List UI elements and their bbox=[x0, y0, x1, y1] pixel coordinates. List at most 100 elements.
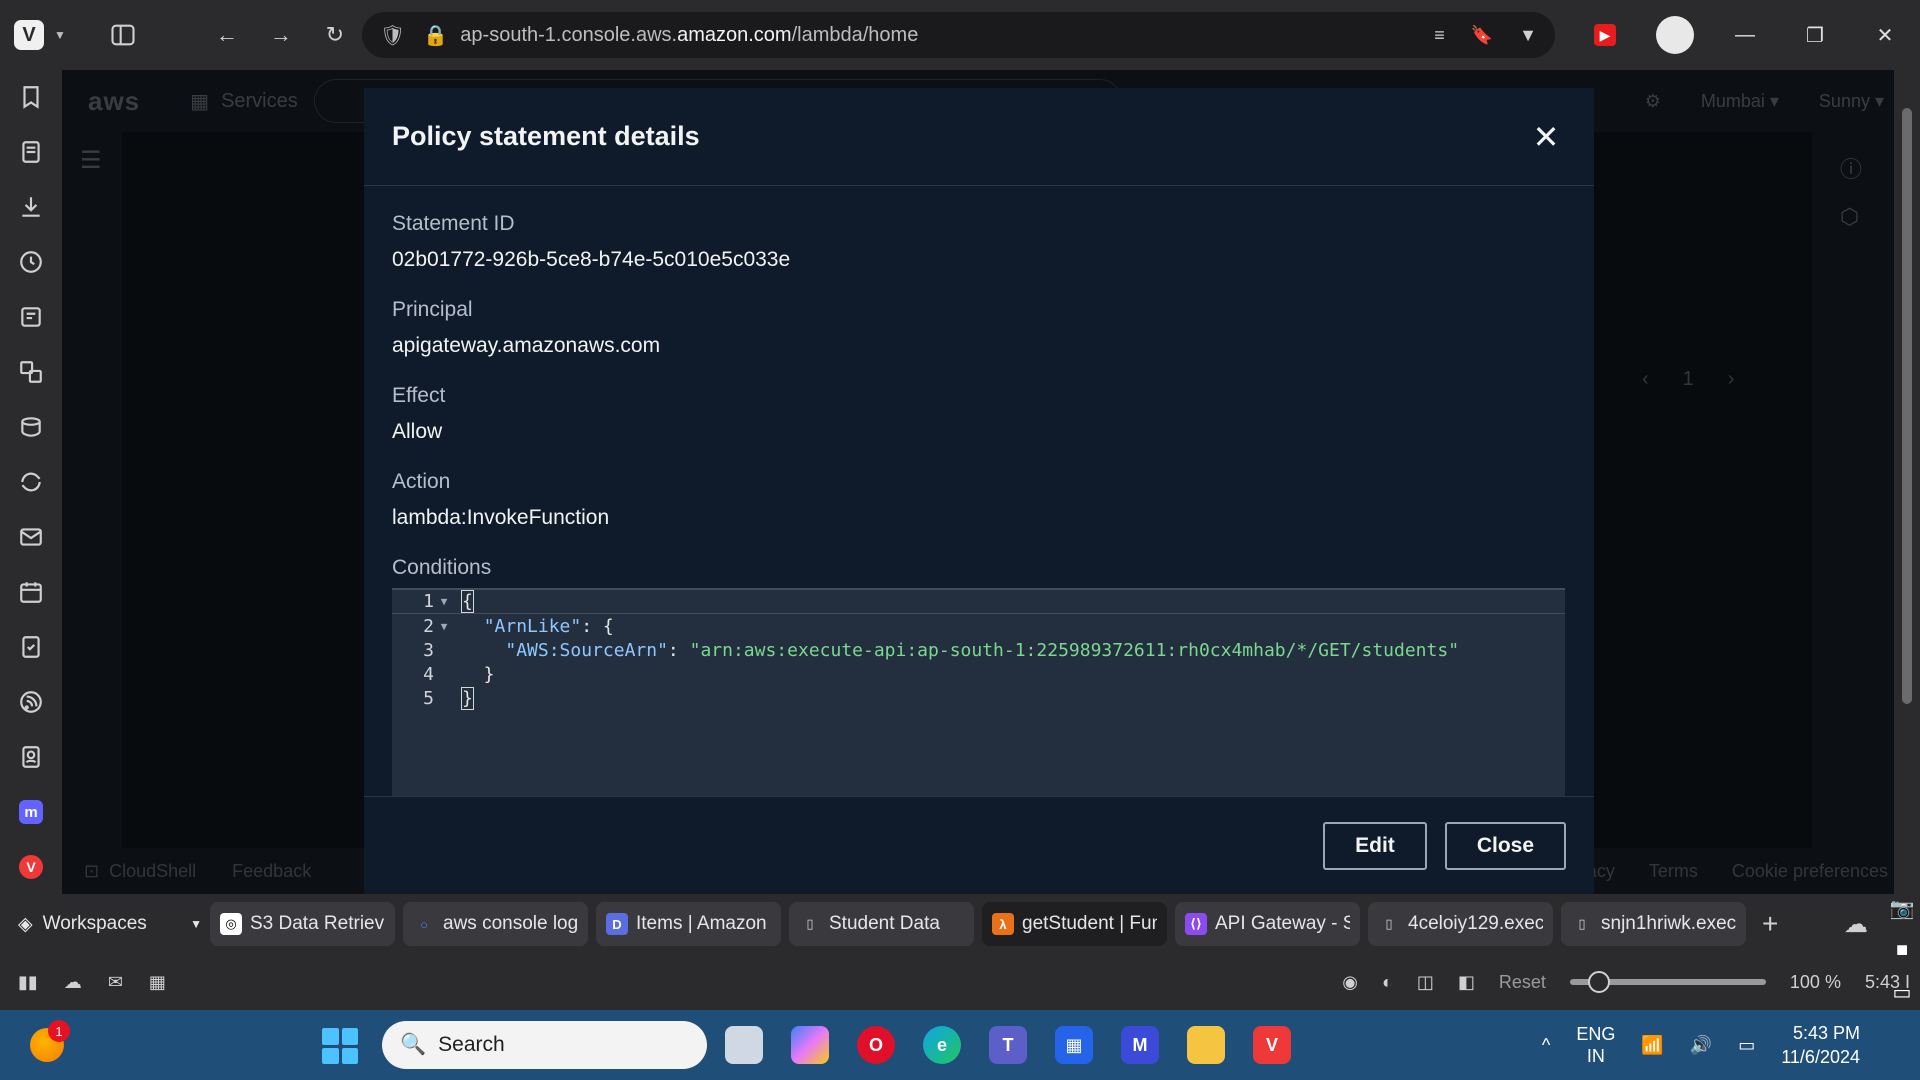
weather-icon[interactable]: 1 bbox=[30, 1020, 70, 1062]
teams-icon[interactable]: T bbox=[989, 1026, 1027, 1064]
window-icon[interactable]: ▭ bbox=[1893, 980, 1912, 1005]
mastodon-icon[interactable]: m bbox=[16, 797, 46, 827]
panel-toggle-icon[interactable]: ▮▮ bbox=[18, 972, 38, 993]
statement-id-field: Statement ID 02b01772-926b-5ce8-b74e-5c0… bbox=[392, 212, 1566, 272]
tab[interactable]: ⟨⟩ API Gateway - Sta bbox=[1175, 902, 1360, 946]
calendar-icon[interactable]: ▦ bbox=[149, 972, 166, 993]
chevron-down-icon[interactable]: ▼ bbox=[54, 28, 66, 42]
workspaces-menu[interactable]: ◈ Workspaces ▼ bbox=[12, 913, 202, 936]
scrollbar-thumb[interactable] bbox=[1902, 108, 1912, 704]
profile-avatar-icon[interactable] bbox=[1640, 0, 1710, 70]
store-icon[interactable]: ▦ bbox=[1055, 1026, 1093, 1064]
images-icon[interactable]: ◧ bbox=[1458, 972, 1475, 993]
close-icon[interactable]: ✕ bbox=[1526, 117, 1566, 157]
effect-value: Allow bbox=[392, 420, 443, 443]
minimize-icon[interactable]: — bbox=[1710, 0, 1780, 70]
tab[interactable]: ◎ S3 Data Retrieval bbox=[210, 902, 395, 946]
volume-icon[interactable]: 🔊 bbox=[1690, 1035, 1712, 1056]
notes-icon[interactable] bbox=[16, 302, 46, 332]
back-icon[interactable]: ← bbox=[210, 18, 244, 52]
windows-taskbar: 1 🔍 Search O e T ▦ M V ^ ENG IN 📶 🔊 ▭ 5:… bbox=[0, 1010, 1920, 1080]
line-number: 4 bbox=[423, 663, 434, 685]
code-key: "ArnLike" bbox=[483, 615, 582, 637]
tasks-icon[interactable] bbox=[16, 632, 46, 662]
clock[interactable]: 5:43 PM 11/6/2024 bbox=[1781, 1021, 1860, 1069]
reload-icon[interactable]: ↻ bbox=[318, 18, 352, 52]
lock-icon[interactable]: 🔒 bbox=[423, 23, 448, 48]
fold-icon[interactable]: ▼ bbox=[434, 595, 454, 608]
feed-reader-icon[interactable] bbox=[16, 687, 46, 717]
lang-primary: ENG bbox=[1576, 1024, 1616, 1044]
close-window-icon[interactable]: ✕ bbox=[1850, 0, 1920, 70]
action-label: Action bbox=[392, 470, 451, 493]
copilot-icon[interactable] bbox=[791, 1026, 829, 1064]
calendar-icon[interactable] bbox=[16, 577, 46, 607]
downloads-icon[interactable] bbox=[16, 192, 46, 222]
contacts-icon[interactable] bbox=[16, 742, 46, 772]
reading-list-icon[interactable] bbox=[16, 137, 46, 167]
tab[interactable]: ○ aws console log i bbox=[403, 902, 588, 946]
conditions-code-editor[interactable]: 1 ▼ { 2 ▼ "ArnLike": { 3 "AWS:SourceArn": … bbox=[392, 588, 1565, 796]
url-prefix: ap-south-1.console.aws. bbox=[460, 23, 678, 46]
battery-icon[interactable]: ▭ bbox=[1738, 1035, 1755, 1056]
camera-icon[interactable]: 📷 bbox=[1890, 896, 1915, 921]
page-actions-icon[interactable]: ◐ bbox=[1382, 972, 1393, 993]
bookmark-icon[interactable]: 🔖 bbox=[1471, 25, 1493, 46]
tab[interactable]: ▯ snjn1hriwk.execut bbox=[1561, 902, 1746, 946]
reader-view-icon[interactable]: ≡ bbox=[1434, 25, 1445, 46]
extension-icon[interactable]: ▶ bbox=[1570, 0, 1640, 70]
video-icon[interactable]: ■ bbox=[1896, 939, 1908, 962]
app-icon[interactable]: M bbox=[1121, 1026, 1159, 1064]
dropdown-chevron-icon[interactable]: ▼ bbox=[1519, 25, 1537, 46]
principal-field: Principal apigateway.amazonaws.com bbox=[392, 298, 1566, 358]
principal-value: apigateway.amazonaws.com bbox=[392, 334, 661, 357]
edge-icon[interactable]: e bbox=[923, 1026, 961, 1064]
effect-field: Effect Allow bbox=[392, 384, 1566, 444]
line-number: 2 bbox=[423, 615, 434, 637]
vivaldi-menu-button[interactable]: V bbox=[14, 20, 44, 50]
forward-icon[interactable]: → bbox=[264, 18, 298, 52]
file-explorer-icon[interactable] bbox=[1187, 1026, 1225, 1064]
browser-toolbar: V ▼ ← → ↻ 🛡 🔒 ap-south-1.console.aws. ama… bbox=[0, 0, 1920, 70]
translate-icon[interactable] bbox=[16, 357, 46, 387]
restore-icon[interactable]: ❐ bbox=[1780, 0, 1850, 70]
vivaldi-taskbar-icon[interactable]: V bbox=[1253, 1026, 1291, 1064]
vivaldi-icon[interactable]: V bbox=[16, 852, 46, 882]
panel-toggle-icon[interactable] bbox=[106, 18, 140, 52]
cloud-icon[interactable]: ☁ bbox=[64, 972, 82, 993]
code-text: { bbox=[461, 590, 474, 613]
opera-icon[interactable]: O bbox=[857, 1026, 895, 1064]
sync-icon[interactable] bbox=[16, 467, 46, 497]
task-view-icon[interactable] bbox=[725, 1026, 763, 1064]
history-icon[interactable] bbox=[16, 247, 46, 277]
mail-icon[interactable]: ✉ bbox=[108, 972, 123, 993]
language-indicator[interactable]: ENG IN bbox=[1576, 1023, 1615, 1067]
tab[interactable]: ▯ 4celoiy129.execut bbox=[1368, 902, 1553, 946]
fold-icon[interactable]: ▼ bbox=[434, 620, 454, 633]
bookmarks-icon[interactable] bbox=[16, 82, 46, 112]
close-button[interactable]: Close bbox=[1444, 821, 1566, 870]
page-scrollbar[interactable] bbox=[1894, 70, 1920, 894]
zoom-reset-button[interactable]: Reset bbox=[1499, 972, 1546, 993]
tab[interactable]: D Items | Amazon D bbox=[596, 902, 781, 946]
chevron-up-icon[interactable]: ^ bbox=[1542, 1035, 1550, 1056]
notification-badge: 1 bbox=[48, 1020, 70, 1042]
tab-active[interactable]: λ getStudent | Func bbox=[982, 902, 1167, 946]
cloud-sync-icon[interactable]: ☁ bbox=[1844, 910, 1868, 939]
tab[interactable]: ▯ Student Data bbox=[789, 902, 974, 946]
shield-icon[interactable]: 🛡 bbox=[380, 23, 405, 48]
edit-button[interactable]: Edit bbox=[1323, 821, 1427, 870]
zoom-slider-knob[interactable] bbox=[1588, 971, 1611, 993]
mail-icon[interactable] bbox=[16, 522, 46, 552]
capture-icon[interactable]: ◉ bbox=[1342, 972, 1358, 993]
zoom-slider[interactable] bbox=[1569, 971, 1766, 993]
address-bar[interactable]: 🛡 🔒 ap-south-1.console.aws. amazon.com/la… bbox=[362, 12, 1555, 58]
taskbar-search-input[interactable]: 🔍 Search bbox=[382, 1021, 707, 1069]
window-panel-icon[interactable] bbox=[16, 412, 46, 442]
code-line: 1 ▼ { bbox=[392, 590, 1565, 614]
tiling-icon[interactable]: ◫ bbox=[1417, 972, 1434, 993]
windows-start-icon[interactable] bbox=[322, 1028, 358, 1064]
browser-status-bar: ▮▮ ☁ ✉ ▦ ◉ ◐ ◫ ◧ Reset 100 % 5:43 I bbox=[0, 954, 1920, 1010]
new-tab-icon[interactable]: + bbox=[1762, 908, 1778, 940]
wifi-icon[interactable]: 📶 bbox=[1641, 1035, 1663, 1056]
